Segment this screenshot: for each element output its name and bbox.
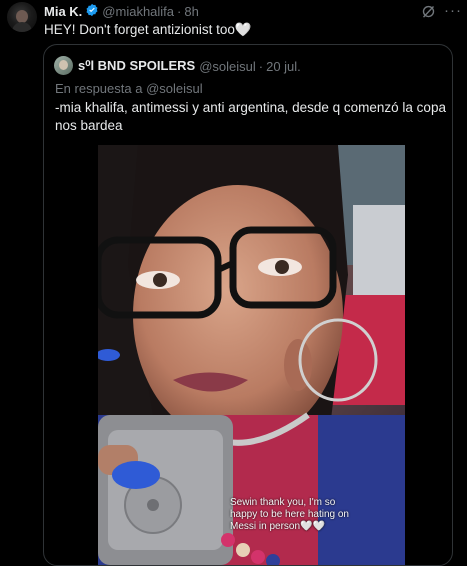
quoted-tweet-card[interactable]: s⁰l BND SPOILERS @soleisul · 20 jul. En … (43, 44, 453, 566)
tweet-time[interactable]: 8h (184, 4, 198, 19)
caption-line: happy to be here hating on (230, 509, 349, 520)
separator-dot: · (258, 58, 264, 74)
quoted-tweet-header: s⁰l BND SPOILERS @soleisul · 20 jul. (78, 58, 301, 74)
author-avatar[interactable] (7, 2, 37, 32)
quoted-author-handle[interactable]: @soleisul (199, 59, 256, 74)
grok-icon[interactable] (421, 4, 436, 19)
video-player[interactable]: Sewin thank you, I'm so happy to be here… (98, 145, 405, 565)
video-caption: Sewin thank you, I'm so happy to be here… (230, 497, 400, 533)
reply-context: En respuesta a @soleisul (55, 81, 203, 96)
quoted-author-avatar[interactable] (54, 56, 73, 75)
more-icon[interactable]: ··· (444, 2, 462, 19)
author-handle[interactable]: @miakhalifa (102, 4, 174, 19)
caption-line: Sewin thank you, I'm so (230, 497, 336, 508)
separator-dot: · (177, 4, 182, 19)
reply-handle-link[interactable]: @soleisul (146, 81, 203, 96)
quoted-tweet-text: -mia khalifa, antimessi y anti argentina… (55, 100, 446, 133)
quoted-tweet-time[interactable]: 20 jul. (266, 59, 301, 74)
reply-prefix: En respuesta a (55, 81, 143, 96)
tweet-header: Mia K. @miakhalifa · 8h (44, 3, 199, 20)
author-name[interactable]: Mia K. (44, 4, 82, 19)
tweet-text: HEY! Don't forget antizionist too🤍 (44, 22, 252, 37)
caption-line: Messi in person🤍🤍 (230, 521, 325, 532)
quoted-author-name[interactable]: s⁰l BND SPOILERS (78, 58, 195, 74)
verified-badge-icon (85, 3, 99, 20)
